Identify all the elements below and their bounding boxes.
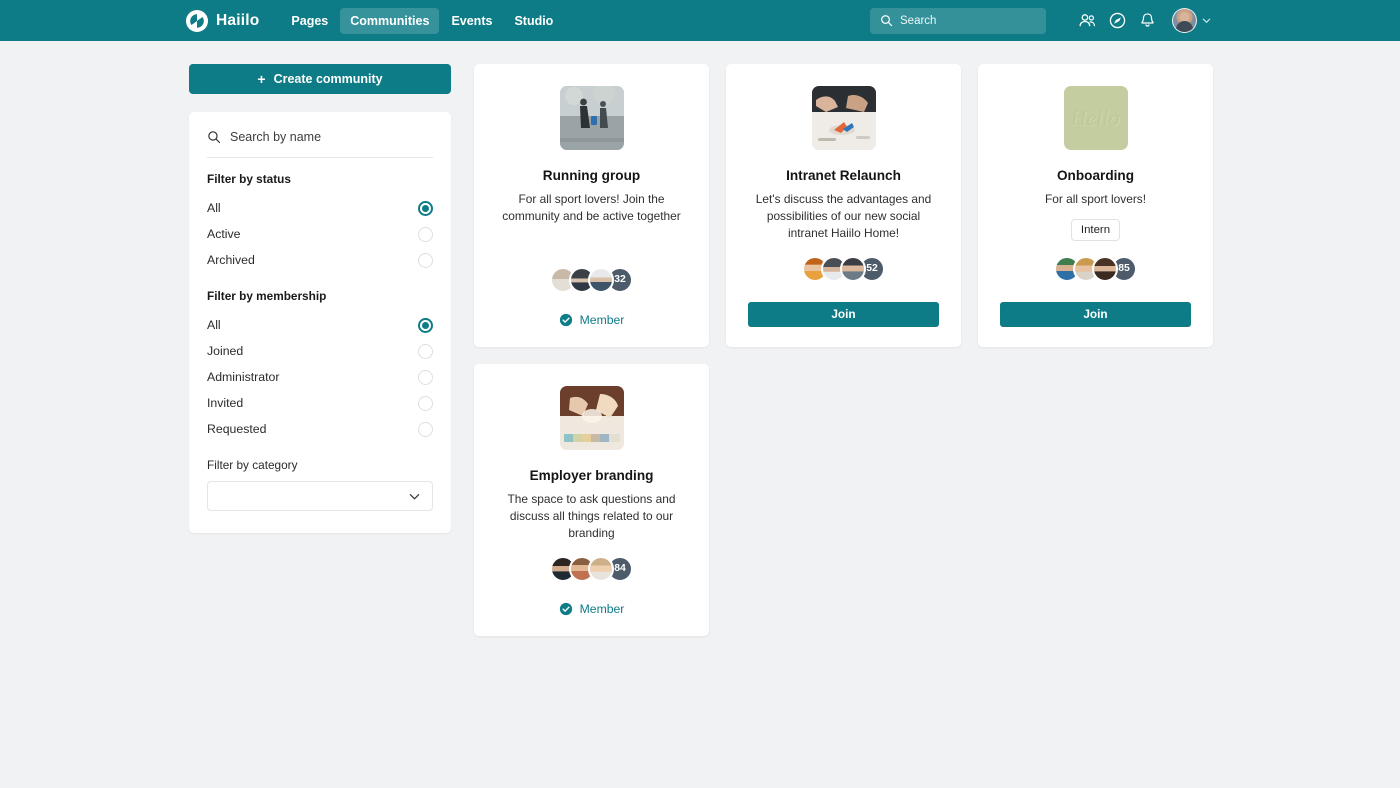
search-icon: [208, 131, 221, 144]
header-actions: Search: [870, 6, 1212, 36]
avatar: [588, 266, 614, 293]
community-card[interactable]: Intranet Relaunch Let's discuss the adva…: [726, 64, 961, 347]
membership-status-label: Member: [579, 312, 625, 327]
member-avatars[interactable]: 32: [550, 266, 633, 293]
community-thumbnail: [559, 385, 624, 450]
avatar: [588, 555, 614, 582]
community-thumbnail: Hello Hello: [1063, 86, 1128, 150]
membership-option-all[interactable]: All: [207, 312, 433, 338]
avatar: [840, 255, 866, 282]
community-tag[interactable]: Intern: [1070, 218, 1121, 241]
avatar: [1092, 255, 1118, 282]
join-button[interactable]: Join: [748, 301, 939, 327]
community-title: Running group: [542, 168, 641, 183]
status-option-active-radio[interactable]: [418, 226, 433, 242]
membership-status: Member: [559, 601, 625, 616]
brand-name: Haiilo: [216, 11, 260, 29]
community-description: For all sport lovers!: [1044, 192, 1147, 206]
chevron-down-icon: [1202, 18, 1211, 23]
check-circle-icon: [559, 602, 572, 615]
membership-option-requested[interactable]: Requested: [207, 416, 433, 442]
membership-option-administrator-radio[interactable]: [418, 369, 433, 385]
membership-option-joined[interactable]: Joined: [207, 338, 433, 364]
community-title: Employer branding: [529, 467, 654, 483]
user-menu[interactable]: [1172, 8, 1212, 33]
membership-option-administrator[interactable]: Administrator: [207, 364, 433, 390]
membership-option-requested-radio[interactable]: [418, 421, 433, 437]
member-avatars[interactable]: 85: [1054, 255, 1137, 282]
page-body: + Create community Search by name Filter…: [0, 41, 1400, 636]
app-header: Haiilo Pages Communities Events Studio S…: [0, 0, 1400, 41]
membership-status: Member: [559, 312, 625, 327]
filter-status-title: Filter by status: [207, 172, 291, 186]
create-community-button[interactable]: + Create community: [189, 64, 451, 94]
chevron-down-icon: [409, 493, 420, 499]
community-description: Let's discuss the advantages and possibi…: [755, 192, 932, 240]
community-thumbnail: [811, 86, 876, 150]
create-community-label: Create community: [273, 72, 383, 86]
search-by-name-input[interactable]: Search by name: [207, 130, 433, 158]
community-title: Intranet Relaunch: [786, 168, 901, 183]
community-description: For all sport lovers! Join the community…: [502, 192, 681, 223]
membership-option-all-label: All: [207, 318, 221, 332]
compass-icon[interactable]: [1102, 6, 1132, 36]
search-icon: [881, 15, 893, 27]
status-option-all-label: All: [207, 201, 221, 215]
membership-option-joined-radio[interactable]: [418, 343, 433, 359]
filters-sidebar: + Create community Search by name Filter…: [189, 64, 451, 636]
nav-item-studio[interactable]: Studio: [504, 8, 563, 34]
category-select[interactable]: [207, 481, 433, 511]
filter-membership-title: Filter by membership: [207, 289, 327, 303]
community-title: Onboarding: [1056, 168, 1135, 183]
nav-item-events[interactable]: Events: [441, 8, 502, 34]
member-avatars[interactable]: 84: [550, 555, 633, 582]
main-nav: Pages Communities Events Studio: [281, 7, 563, 34]
community-card[interactable]: Employer branding The space to ask quest…: [474, 363, 709, 636]
status-option-archived[interactable]: Archived: [207, 247, 433, 273]
membership-status-label: Member: [579, 601, 625, 616]
avatar: [1172, 8, 1197, 33]
membership-option-invited-radio[interactable]: [418, 395, 433, 411]
membership-option-administrator-label: Administrator: [207, 370, 280, 384]
membership-option-invited[interactable]: Invited: [207, 390, 433, 416]
status-option-archived-radio[interactable]: [418, 252, 433, 268]
bell-icon[interactable]: [1132, 6, 1162, 36]
membership-option-invited-label: Invited: [207, 396, 244, 410]
filter-panel: Search by name Filter by status All Acti…: [189, 112, 451, 533]
search-by-name-placeholder: Search by name: [230, 130, 322, 144]
global-search-input[interactable]: Search: [870, 7, 1046, 34]
people-icon[interactable]: [1072, 6, 1102, 36]
haiilo-logo-icon: [186, 9, 208, 32]
global-search-placeholder: Search: [900, 14, 937, 27]
communities-grid: Running group For all sport lovers! Join…: [474, 64, 1213, 636]
status-option-all[interactable]: All: [207, 195, 433, 221]
status-option-all-radio[interactable]: [418, 200, 433, 216]
community-card[interactable]: Hello Hello Onboarding For all sport lov…: [978, 64, 1213, 347]
community-description: The space to ask questions and discuss a…: [507, 491, 676, 540]
community-card[interactable]: Running group For all sport lovers! Join…: [474, 64, 709, 347]
status-option-active-label: Active: [207, 227, 241, 241]
membership-option-all-radio[interactable]: [418, 317, 433, 333]
status-option-active[interactable]: Active: [207, 221, 433, 247]
community-thumbnail: [559, 86, 624, 150]
brand[interactable]: Haiilo: [186, 9, 260, 32]
svg-text:Hello: Hello: [1069, 105, 1119, 130]
plus-icon: +: [257, 71, 266, 87]
member-avatars[interactable]: 52: [802, 255, 885, 282]
check-circle-icon: [559, 313, 572, 326]
filter-category-title: Filter by category: [207, 458, 298, 472]
membership-option-joined-label: Joined: [207, 344, 244, 358]
membership-option-requested-label: Requested: [207, 422, 267, 436]
nav-item-pages[interactable]: Pages: [281, 8, 338, 34]
nav-item-communities[interactable]: Communities: [340, 7, 440, 34]
join-button[interactable]: Join: [1000, 301, 1191, 327]
status-option-archived-label: Archived: [207, 253, 255, 267]
